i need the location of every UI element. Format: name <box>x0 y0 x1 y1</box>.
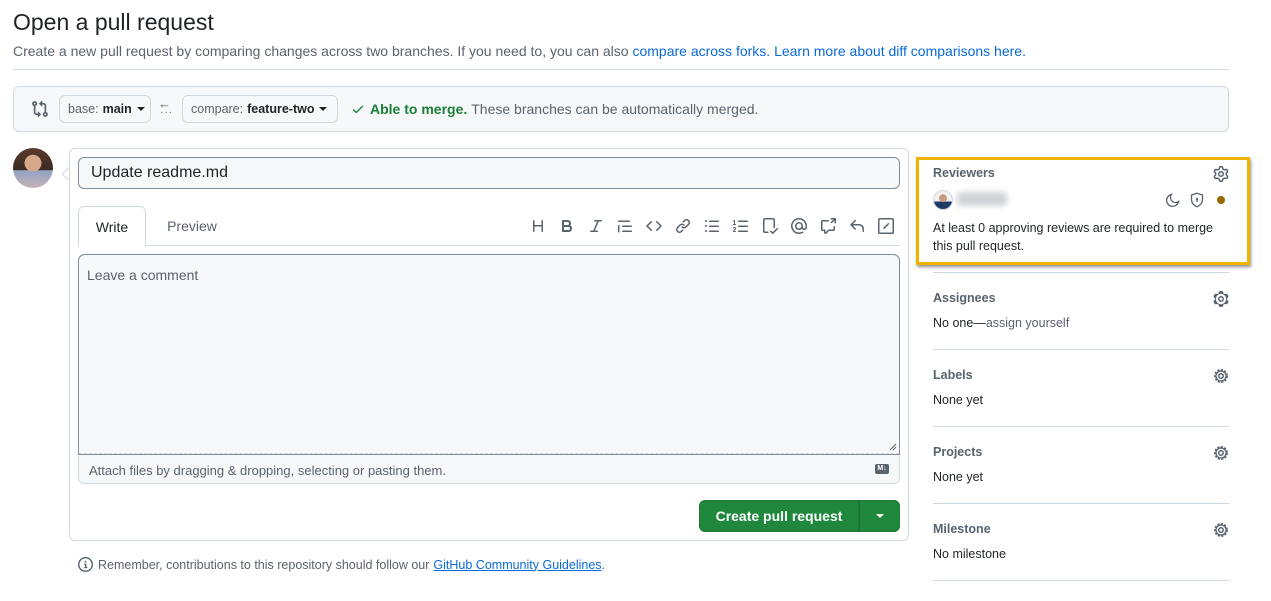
subtitle-text: Create a new pull request by comparing c… <box>13 43 633 59</box>
page-subtitle: Create a new pull request by comparing c… <box>13 43 1026 59</box>
merge-status-text: These branches can be automatically merg… <box>471 101 759 117</box>
cross-reference-icon[interactable] <box>813 216 842 236</box>
assignees-heading[interactable]: Assignees <box>933 291 996 305</box>
editor-tabs: Write Preview <box>78 206 900 247</box>
projects-heading[interactable]: Projects <box>933 445 982 459</box>
heading-icon[interactable] <box>523 216 552 236</box>
italic-icon[interactable] <box>581 216 610 236</box>
merge-status: Able to merge. These branches can be aut… <box>351 101 758 117</box>
community-guidelines-link[interactable]: GitHub Community Guidelines <box>433 558 601 572</box>
attach-files-text[interactable]: Attach files by dragging & dropping, sel… <box>89 463 446 478</box>
milestone-value: No milestone <box>933 547 1006 561</box>
ellipsis-icon: ··· <box>160 107 173 118</box>
projects-value: None yet <box>933 470 984 484</box>
sidebar-divider <box>933 349 1229 350</box>
reviewers-highlight-box <box>916 157 1250 265</box>
pr-composer: Write Preview Attach files by dragging &… <box>69 148 909 541</box>
base-label: base: <box>68 102 99 116</box>
comment-textarea[interactable] <box>78 254 900 455</box>
unordered-list-icon[interactable] <box>697 216 726 236</box>
mention-icon[interactable] <box>784 216 813 236</box>
guideline-suffix: . <box>601 557 606 572</box>
sidebar-divider <box>933 426 1229 427</box>
sidebar-divider <box>933 580 1229 581</box>
quote-icon[interactable] <box>610 216 639 236</box>
resize-grip-icon[interactable] <box>889 443 897 451</box>
pr-title-input[interactable] <box>78 157 900 189</box>
user-avatar[interactable] <box>13 148 53 188</box>
gear-icon[interactable] <box>1213 368 1229 384</box>
assignees-value: No one—assign yourself <box>933 316 1069 330</box>
git-compare-icon <box>32 100 48 118</box>
merge-ok-text: Able to merge. <box>370 101 468 117</box>
labels-value: None yet <box>933 393 984 407</box>
compare-bar: base: main ← ··· compare: feature-two Able… <box>13 86 1229 132</box>
base-branch-select[interactable]: base: main <box>59 95 151 123</box>
learn-more-link[interactable]: Learn more about diff comparisons here. <box>774 43 1026 59</box>
tab-write[interactable]: Write <box>78 206 146 247</box>
task-list-icon[interactable] <box>755 216 784 236</box>
code-icon[interactable] <box>639 216 668 236</box>
sidebar-divider <box>933 503 1229 504</box>
markdown-icon[interactable]: M↓ <box>875 464 889 474</box>
base-branch-name: main <box>102 102 132 116</box>
labels-heading[interactable]: Labels <box>933 368 973 382</box>
assign-yourself-link[interactable]: assign yourself <box>986 316 1069 330</box>
check-icon <box>352 105 364 114</box>
create-pr-options-dropdown[interactable] <box>859 500 900 532</box>
compare-branch-select[interactable]: compare: feature-two <box>182 95 338 123</box>
caret-down-icon <box>875 514 884 518</box>
page-title: Open a pull request <box>13 9 214 35</box>
gear-icon[interactable] <box>1213 445 1229 461</box>
markdown-toolbar <box>523 216 900 236</box>
comment-box: Attach files by dragging & dropping, sel… <box>78 254 900 484</box>
bold-icon[interactable] <box>552 216 581 236</box>
milestone-heading[interactable]: Milestone <box>933 522 991 536</box>
tab-preview[interactable]: Preview <box>150 206 234 246</box>
saved-reply-icon[interactable] <box>842 216 871 236</box>
create-pull-request-button[interactable]: Create pull request <box>699 500 859 532</box>
info-icon <box>78 557 93 572</box>
gear-icon[interactable] <box>1213 291 1229 307</box>
gear-icon[interactable] <box>1213 522 1229 538</box>
community-guidelines-note: Remember, contributions to this reposito… <box>78 557 605 572</box>
create-pr-button-group: Create pull request <box>699 500 900 532</box>
compare-label: compare: <box>191 102 244 116</box>
assignees-none-text: No one— <box>933 316 986 330</box>
caret-down-icon <box>136 107 145 111</box>
caret-down-icon <box>319 107 328 111</box>
compare-across-forks-link[interactable]: compare across forks. <box>632 43 770 59</box>
title-divider <box>13 69 1229 70</box>
compare-branch-name: feature-two <box>247 102 315 116</box>
sidebar-divider <box>933 272 1229 273</box>
ordered-list-icon[interactable] <box>726 216 755 236</box>
guideline-text: Remember, contributions to this reposito… <box>98 557 430 572</box>
link-icon[interactable] <box>668 216 697 236</box>
slash-command-icon[interactable] <box>871 216 900 236</box>
